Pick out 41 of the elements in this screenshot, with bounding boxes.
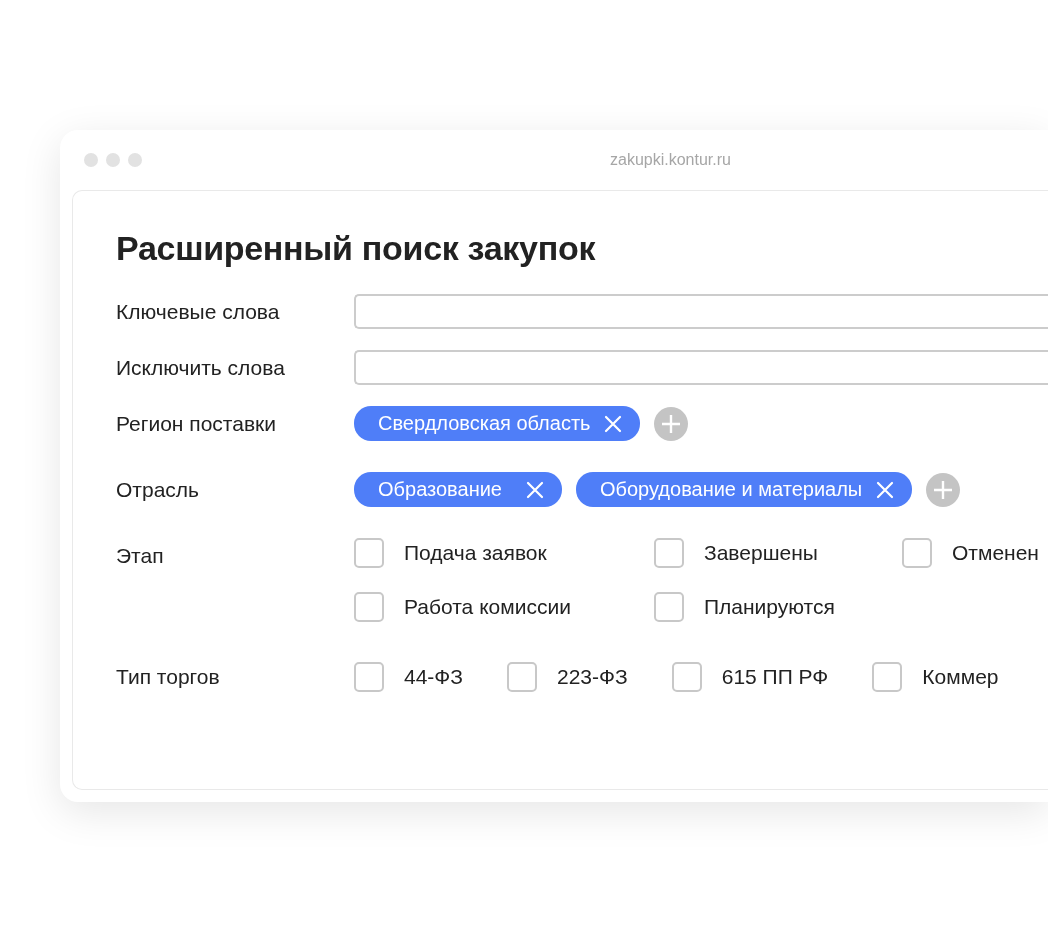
address-url: zakupki.kontur.ru [610,151,731,169]
checkbox-label[interactable]: 44-ФЗ [404,665,463,689]
checkbox-label[interactable]: Коммер [922,665,999,689]
checkbox-label[interactable]: Завершены [704,541,818,565]
field-label: Исключить слова [116,355,286,380]
checkbox[interactable] [654,538,684,568]
field-label: Отрасль [116,477,200,502]
checkbox-label[interactable]: 615 ПП РФ [721,665,829,689]
text-field[interactable] [354,294,1048,329]
checkbox[interactable] [354,662,384,692]
checkbox[interactable] [354,592,384,622]
checkbox-label[interactable]: Планируются [704,595,835,619]
window-dot [128,153,142,167]
checkbox-label[interactable]: Подача заявок [404,541,547,565]
filter-tag[interactable]: Образование [354,472,562,507]
add-button[interactable] [654,406,689,441]
window-dot [84,153,98,167]
filter-tag[interactable]: Оборудование и материалы [575,472,913,507]
field-label: Регион поставки [116,411,277,436]
checkbox[interactable] [507,662,537,692]
filter-tag[interactable]: Свердловская область [354,406,641,441]
checkbox[interactable] [872,662,903,692]
field-label: Ключевые слова [116,299,281,324]
checkbox[interactable] [902,538,932,568]
plus-icon [660,412,683,435]
close-icon [525,480,544,499]
checkbox[interactable] [354,538,384,568]
checkbox-label[interactable]: Отменен [952,541,1039,565]
add-button[interactable] [926,472,961,507]
text-field[interactable] [354,350,1048,385]
checkbox-label[interactable]: 223-ФЗ [557,665,628,689]
field-label: Тип торгов [116,665,221,689]
plus-icon [932,478,955,501]
checkbox-label[interactable]: Работа комиссии [404,595,571,619]
close-icon [876,480,895,499]
close-icon [604,414,623,433]
checkbox[interactable] [654,592,684,622]
window-dot [106,153,120,167]
checkbox[interactable] [671,662,702,692]
field-label: Этап [116,543,165,568]
page-heading: Расширенный поиск закупок [116,229,597,268]
